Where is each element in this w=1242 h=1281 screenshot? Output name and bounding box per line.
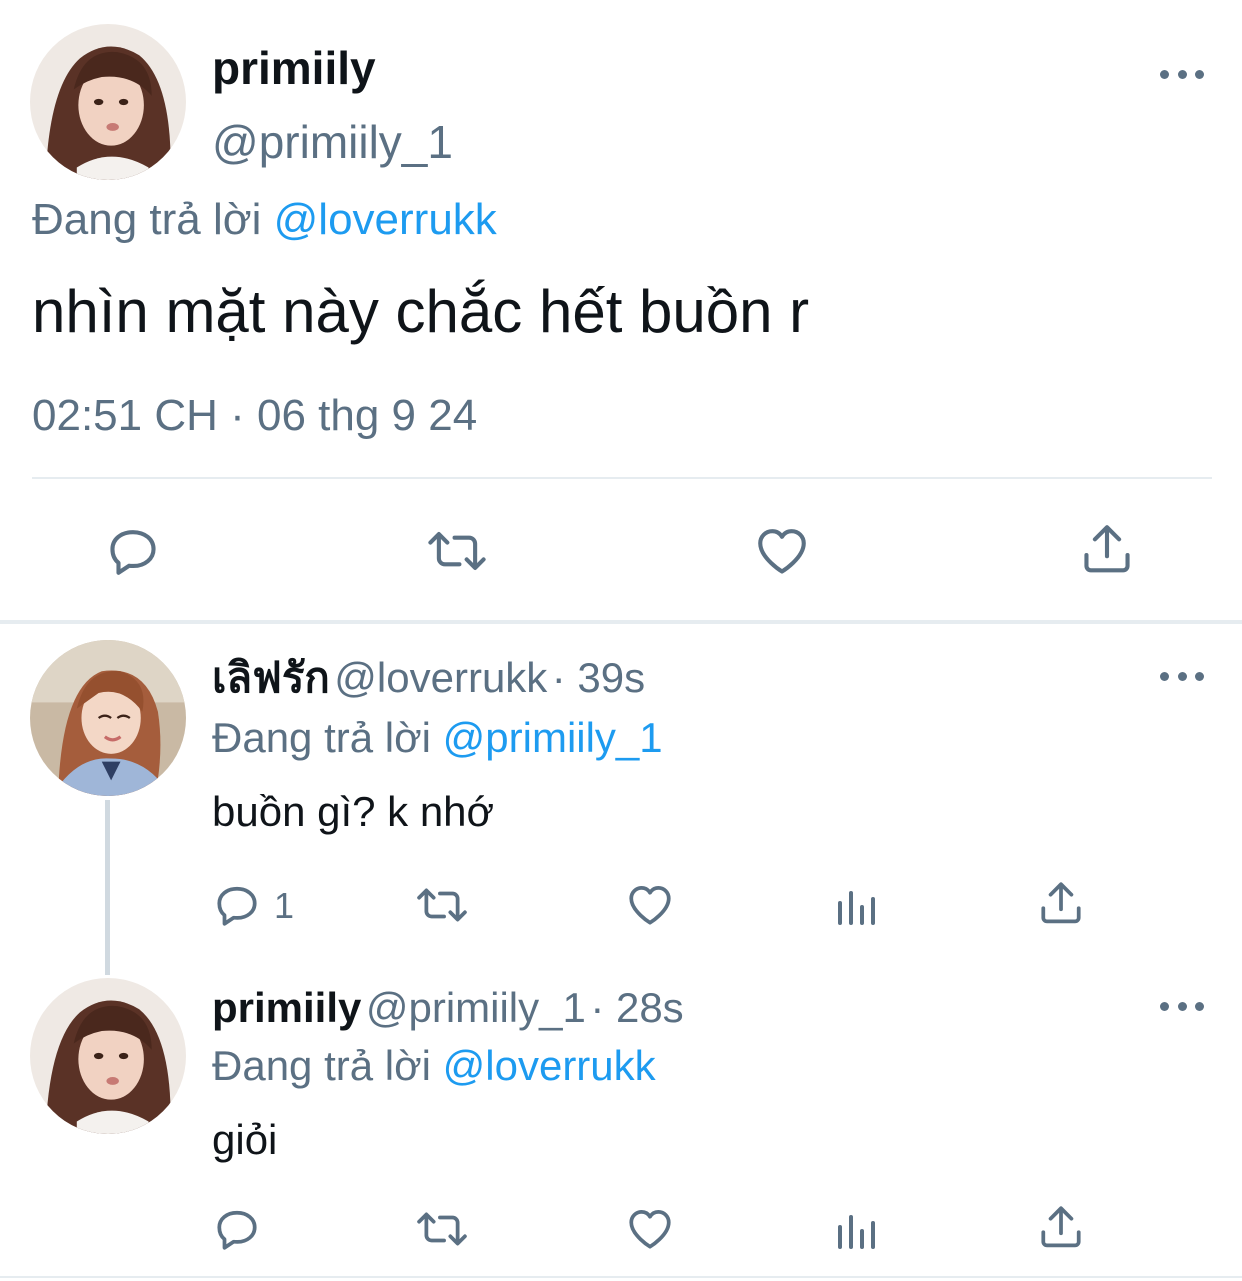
heart-icon[interactable] [624, 1204, 676, 1254]
tweet-text: nhìn mặt này chắc hết buồn r [32, 278, 810, 345]
display-name[interactable]: primiily [212, 40, 376, 96]
reply-header: primiily @primiily_1 · 28s [212, 982, 684, 1034]
retweet-icon[interactable] [414, 880, 470, 930]
reply-icon[interactable] [104, 522, 162, 580]
thread-line [105, 800, 110, 975]
replying-to-line: Đang trả lời @primiily_1 [212, 712, 663, 764]
share-icon[interactable] [1036, 1202, 1086, 1252]
replying-to-label: Đang trả lời [212, 1042, 431, 1089]
display-name[interactable]: primiily [212, 984, 361, 1031]
divider [32, 477, 1212, 479]
more-icon[interactable] [1160, 668, 1204, 684]
tweet-text: buồn gì? k nhớ [212, 788, 495, 835]
replying-to-label: Đang trả lời [32, 195, 262, 244]
more-icon[interactable] [1160, 998, 1204, 1014]
analytics-icon[interactable] [832, 1204, 880, 1254]
replying-to-link[interactable]: @loverrukk [274, 195, 497, 244]
reply-count: 1 [274, 885, 295, 926]
reply-icon[interactable] [212, 880, 262, 930]
user-handle[interactable]: @loverrukk [334, 654, 547, 701]
display-name[interactable]: เลิฟรัก [212, 654, 330, 701]
divider [0, 1276, 1242, 1278]
avatar[interactable] [30, 640, 186, 796]
analytics-icon[interactable] [832, 880, 880, 930]
reply-icon[interactable] [212, 1204, 262, 1254]
user-handle[interactable]: @primiily_1 [212, 114, 453, 170]
section-divider [0, 620, 1242, 624]
reply-time[interactable]: · 39s [552, 654, 645, 701]
heart-icon[interactable] [624, 880, 676, 930]
user-handle[interactable]: @primiily_1 [366, 984, 586, 1031]
replying-to-label: Đang trả lời [212, 714, 431, 761]
tweet-text: giỏi [212, 1116, 278, 1163]
more-icon[interactable] [1160, 66, 1204, 82]
reply-header: เลิฟรัก @loverrukk · 39s [212, 652, 645, 704]
avatar[interactable] [30, 978, 186, 1134]
reply-time[interactable]: · 28s [590, 984, 683, 1031]
retweet-icon[interactable] [424, 522, 490, 580]
avatar[interactable] [30, 24, 186, 180]
share-icon[interactable] [1078, 520, 1136, 578]
share-icon[interactable] [1036, 878, 1086, 928]
retweet-icon[interactable] [414, 1204, 470, 1254]
replying-to-link[interactable]: @loverrukk [443, 1042, 656, 1089]
tweet-timestamp[interactable]: 02:51 CH · 06 thg 9 24 [32, 388, 477, 444]
replying-to-line: Đang trả lời @loverrukk [32, 192, 497, 248]
replying-to-line: Đang trả lời @loverrukk [212, 1040, 656, 1092]
heart-icon[interactable] [752, 522, 812, 580]
replying-to-link[interactable]: @primiily_1 [443, 714, 663, 761]
